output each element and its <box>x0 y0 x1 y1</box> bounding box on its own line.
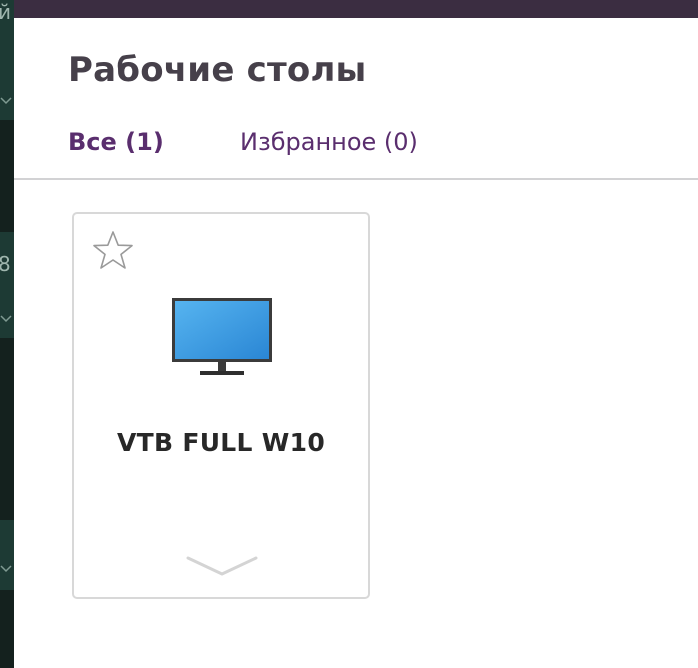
chevron-down-icon[interactable] <box>186 552 258 580</box>
app-root: й 8 Рабочие столы Все (1) Избранное (0) <box>0 0 698 668</box>
desktops-panel: Рабочие столы Все (1) Избранное (0) VTB … <box>14 18 698 668</box>
chevron-down-icon <box>0 565 12 573</box>
tabs-divider <box>14 178 698 180</box>
background-glyph: 8 <box>0 252 11 276</box>
background-strip-segment <box>0 520 14 590</box>
chevron-down-icon <box>0 315 12 323</box>
background-glyph: й <box>0 0 11 24</box>
top-bar <box>14 0 698 18</box>
desktop-card[interactable]: VTB FULL W10 <box>72 212 370 599</box>
tab-favorites[interactable]: Избранное (0) <box>240 128 418 156</box>
desktop-name: VTB FULL W10 <box>116 428 326 457</box>
star-icon[interactable] <box>92 230 134 270</box>
page-title: Рабочие столы <box>68 50 367 90</box>
background-window-strip: й 8 <box>0 0 14 668</box>
chevron-down-icon <box>0 97 12 105</box>
monitor-icon <box>172 298 272 375</box>
tab-all[interactable]: Все (1) <box>68 128 164 156</box>
